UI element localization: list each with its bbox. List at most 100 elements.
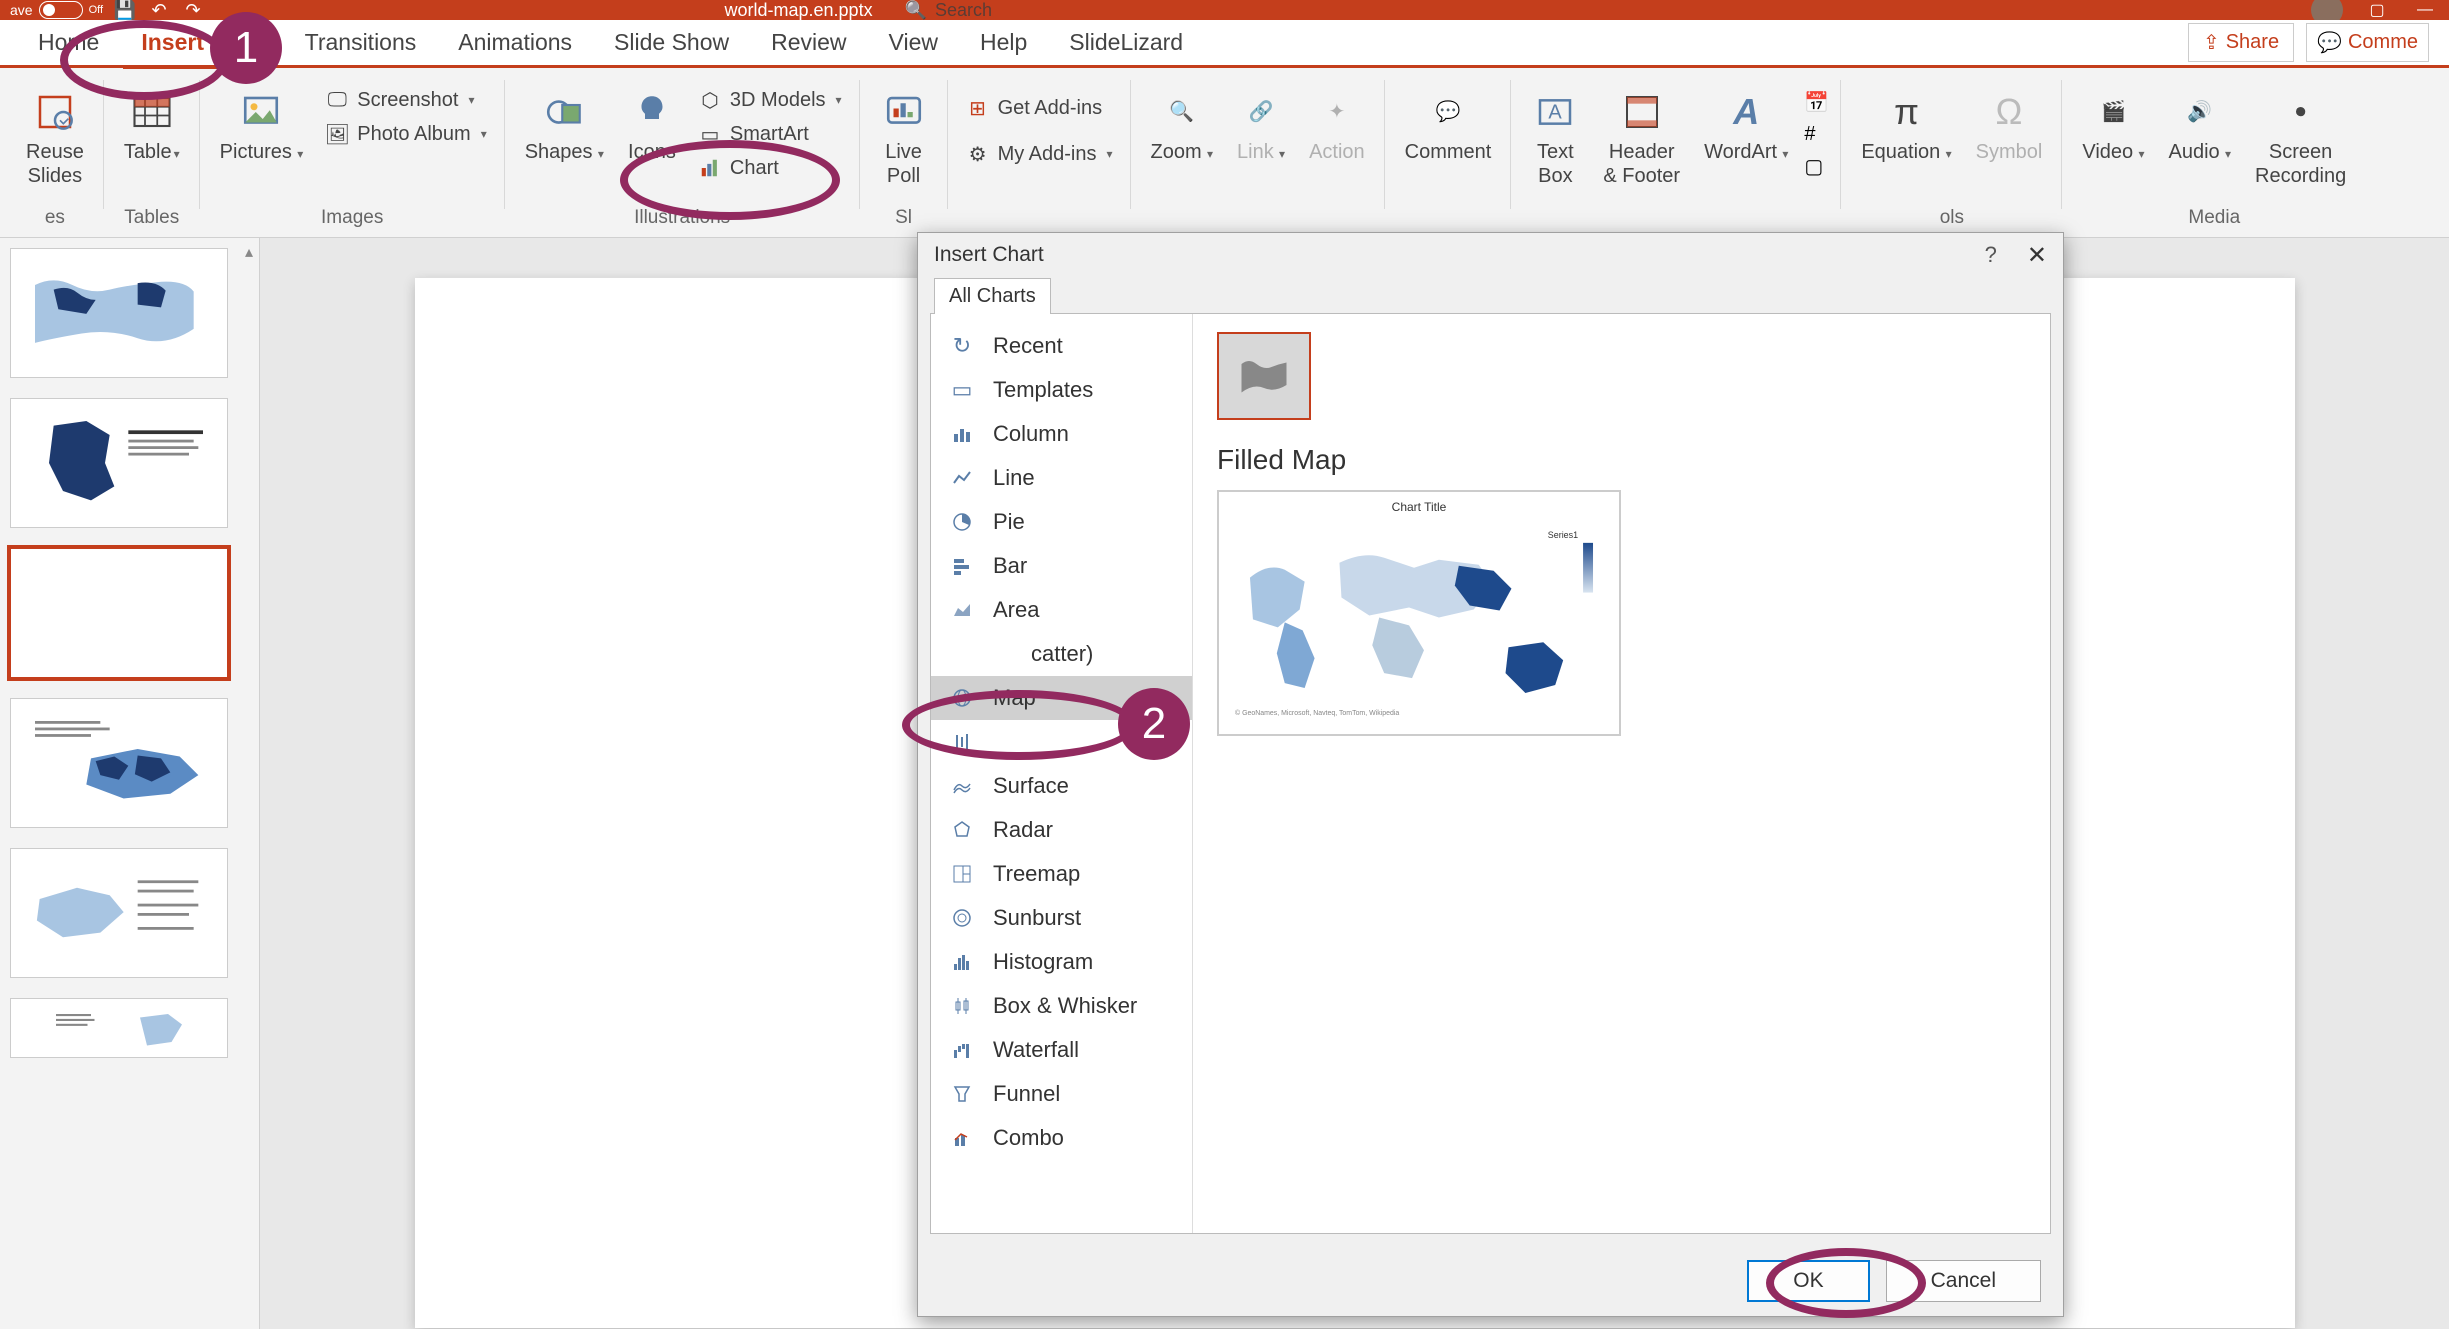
photo-album-button[interactable]: 🖼 Photo Album ▾ (319, 118, 492, 150)
live-poll-button[interactable]: Live Poll (872, 84, 936, 192)
chart-type-radar[interactable]: Radar (931, 808, 1192, 852)
header-footer-button[interactable]: Header & Footer (1595, 84, 1688, 192)
line-icon (949, 465, 975, 491)
header-footer-label: Header & Footer (1603, 140, 1680, 188)
smartart-button[interactable]: ▭ SmartArt (692, 118, 848, 150)
tab-view[interactable]: View (871, 19, 956, 66)
photo-album-label: Photo Album (357, 123, 470, 146)
dialog-close-button[interactable]: ✕ (2027, 241, 2047, 270)
chart-type-box-whisker[interactable]: Box & Whisker (931, 984, 1192, 1028)
ribbon-tabs: Home Insert D Transitions Animations Sli… (0, 20, 2449, 68)
chart-type-surface[interactable]: Surface (931, 764, 1192, 808)
icons-button[interactable]: Icons (620, 84, 684, 168)
legend-series1: Series1 (1548, 530, 1578, 540)
smartart-label: SmartArt (730, 123, 809, 146)
chart-type-map[interactable]: Map (931, 676, 1192, 720)
pictures-button[interactable]: Pictures ▾ (212, 84, 312, 168)
chart-type-area[interactable]: Area (931, 588, 1192, 632)
chart-type-list: ↻Recent ▭Templates Column Line Pie Bar A… (931, 314, 1193, 1233)
zoom-button[interactable]: 🔍 Zoom ▾ (1143, 84, 1221, 168)
photo-album-icon: 🖼 (325, 122, 349, 146)
chart-type-recent[interactable]: ↻Recent (931, 324, 1192, 368)
get-addins-button[interactable]: ⊞ Get Add-ins (960, 92, 1119, 124)
slide-thumbnails-panel[interactable]: ▴ (0, 238, 260, 1329)
zoom-label: Zoom ▾ (1151, 140, 1213, 164)
video-button[interactable]: 🎬 Video ▾ (2074, 84, 2152, 168)
chart-type-combo[interactable]: Combo (931, 1116, 1192, 1160)
slide-thumb-3[interactable] (10, 548, 228, 678)
3d-models-button[interactable]: ⬡ 3D Models ▾ (692, 84, 848, 116)
chart-type-bar[interactable]: Bar (931, 544, 1192, 588)
combo-icon (949, 1125, 975, 1151)
dialog-body: ↻Recent ▭Templates Column Line Pie Bar A… (930, 313, 2051, 1234)
equation-button[interactable]: π Equation ▾ (1853, 84, 1959, 168)
dialog-help-button[interactable]: ? (1985, 242, 1997, 268)
text-box-button[interactable]: A Text Box (1523, 84, 1587, 192)
group-media: 🎬 Video ▾ 🔊 Audio ▾ ⏺ Screen Recording M… (2062, 74, 2366, 237)
audio-label: Audio ▾ (2169, 140, 2232, 164)
tab-home[interactable]: Home (20, 19, 117, 66)
my-addins-button[interactable]: ⚙ My Add-ins ▾ (960, 138, 1119, 170)
dialog-titlebar[interactable]: Insert Chart ? ✕ (918, 233, 2063, 277)
screenshot-button[interactable]: 🖵 Screenshot▾ (319, 84, 492, 116)
slide-thumb-4[interactable] (10, 698, 228, 828)
audio-button[interactable]: 🔊 Audio ▾ (2161, 84, 2240, 168)
date-time-icon[interactable]: 📅 (1804, 90, 1829, 115)
share-button[interactable]: ⇪ Share (2188, 23, 2294, 62)
autosave-toggle[interactable]: ave Off (10, 1, 103, 19)
tab-design-partial[interactable]: D (228, 19, 281, 66)
wordart-button[interactable]: A WordArt ▾ (1696, 84, 1796, 168)
shapes-button[interactable]: Shapes ▾ (517, 84, 612, 168)
chart-type-treemap[interactable]: Treemap (931, 852, 1192, 896)
link-button: 🔗 Link ▾ (1229, 84, 1293, 168)
symbol-label: Symbol (1976, 140, 2043, 164)
dialog-title: Insert Chart (934, 243, 1044, 267)
icons-label: Icons (628, 140, 676, 164)
tab-help[interactable]: Help (962, 19, 1045, 66)
tab-slideshow[interactable]: Slide Show (596, 19, 747, 66)
tab-animations[interactable]: Animations (440, 19, 590, 66)
chart-type-line[interactable]: Line (931, 456, 1192, 500)
slide-thumb-5[interactable] (10, 848, 228, 978)
scroll-up-icon[interactable]: ▴ (245, 242, 253, 262)
chart-type-waterfall[interactable]: Waterfall (931, 1028, 1192, 1072)
object-icon[interactable]: ▢ (1804, 154, 1829, 179)
cancel-button[interactable]: Cancel (1886, 1260, 2041, 1302)
comment-button[interactable]: 💬 Comment (1397, 84, 1500, 168)
toggle-switch-icon[interactable] (39, 1, 83, 19)
reuse-slides-button[interactable]: Reuse Slides (18, 84, 92, 192)
tab-transitions[interactable]: Transitions (287, 19, 435, 66)
video-icon: 🎬 (2089, 88, 2137, 136)
screen-recording-button[interactable]: ⏺ Screen Recording (2247, 84, 2354, 192)
ok-button[interactable]: OK (1747, 1260, 1869, 1302)
share-label: Share (2226, 31, 2279, 54)
chart-type-funnel[interactable]: Funnel (931, 1072, 1192, 1116)
group-label-slides: es (45, 207, 65, 233)
chart-type-pie[interactable]: Pie (931, 500, 1192, 544)
live-poll-label: Live Poll (885, 140, 922, 188)
slide-number-icon[interactable]: # (1804, 123, 1829, 146)
wordart-icon: A (1722, 88, 1770, 136)
chart-subtype-filled-map[interactable] (1217, 332, 1311, 420)
chart-type-column[interactable]: Column (931, 412, 1192, 456)
chart-button[interactable]: Chart (692, 152, 848, 184)
tab-slidelizard[interactable]: SlideLizard (1051, 19, 1201, 66)
ribbon: Reuse Slides es Table▾ Tables Pictures ▾… (0, 68, 2449, 238)
table-button[interactable]: Table▾ (116, 84, 188, 168)
slide-thumb-2[interactable] (10, 398, 228, 528)
chart-type-templates[interactable]: ▭Templates (931, 368, 1192, 412)
slide-thumb-6[interactable] (10, 998, 228, 1058)
shapes-icon (540, 88, 588, 136)
thumb-austria-map (19, 707, 219, 819)
chart-type-sunburst[interactable]: Sunburst (931, 896, 1192, 940)
chart-type-histogram[interactable]: Histogram (931, 940, 1192, 984)
slide-thumb-1[interactable] (10, 248, 228, 378)
tab-insert[interactable]: Insert (123, 19, 222, 69)
comments-button[interactable]: 💬 Comme (2306, 23, 2429, 62)
tab-review[interactable]: Review (753, 19, 864, 66)
search-placeholder: Search (935, 0, 992, 21)
chart-type-scatter[interactable]: catter) (931, 632, 1192, 676)
chart-type-stock[interactable] (931, 720, 1192, 764)
text-box-label: Text Box (1537, 140, 1574, 188)
tab-all-charts[interactable]: All Charts (934, 278, 1051, 314)
